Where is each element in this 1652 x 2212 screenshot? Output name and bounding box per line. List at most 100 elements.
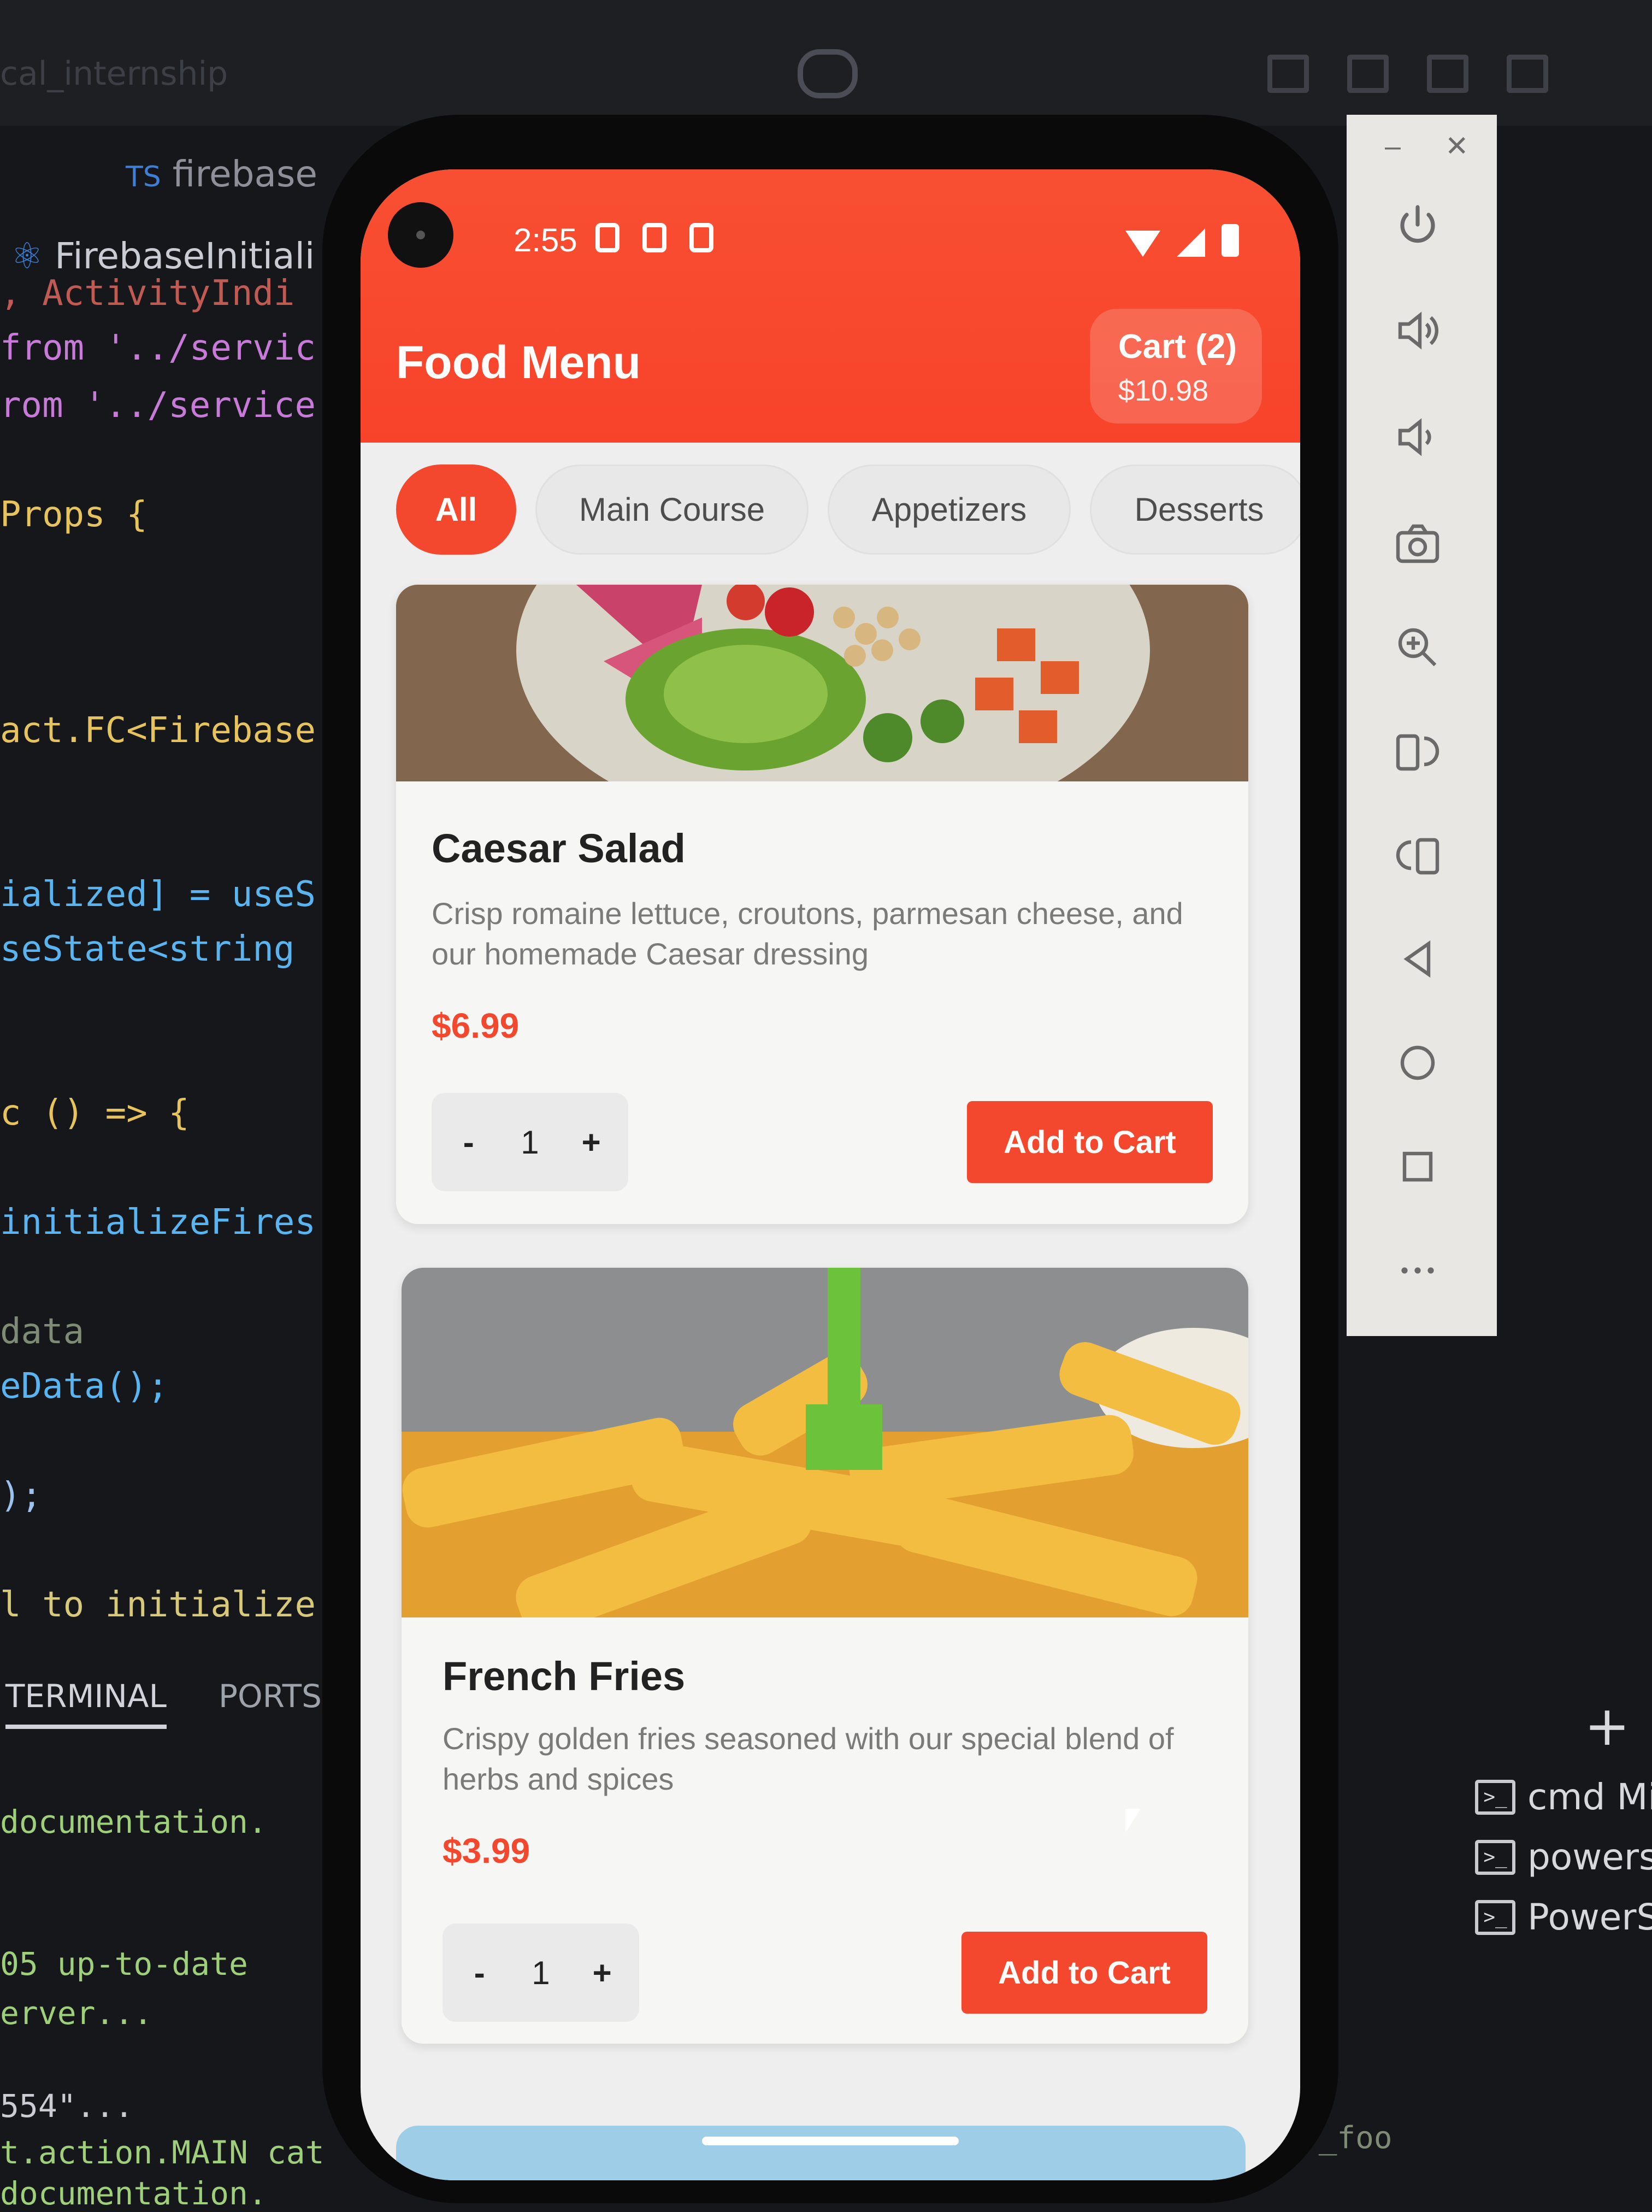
code-line: initializeFires xyxy=(0,1202,316,1243)
category-chip-all[interactable]: All xyxy=(396,464,516,555)
back-icon[interactable] xyxy=(1379,929,1456,989)
camera-icon[interactable] xyxy=(1379,514,1456,574)
toggle-sidebar-icon[interactable] xyxy=(1347,55,1389,93)
shell-list-item[interactable]: >_ powersh xyxy=(1475,1836,1652,1878)
sd-card-icon xyxy=(642,223,666,252)
caesar-salad-image xyxy=(396,585,1248,781)
cart-count: Cart (2) xyxy=(1118,328,1237,366)
mouse-cursor-icon xyxy=(1125,1809,1141,1833)
layout-customize-icon[interactable] xyxy=(1267,55,1309,93)
quantity-value: 1 xyxy=(521,1123,539,1161)
battery-icon xyxy=(1222,224,1239,257)
page-title: Food Menu xyxy=(396,337,641,388)
terminal-line: t.action.MAIN cat xyxy=(0,2134,324,2171)
home-icon[interactable] xyxy=(1379,1033,1456,1093)
more-icon[interactable] xyxy=(1379,1240,1456,1301)
breadcrumb-file[interactable]: ⚛ FirebaseInitiali xyxy=(11,235,315,277)
close-button[interactable]: ✕ xyxy=(1445,130,1469,163)
shell-list-item[interactable]: >_ cmd Mi xyxy=(1475,1776,1652,1818)
french-fries-image xyxy=(402,1268,1248,1617)
editor-tab-label: firebase xyxy=(172,153,317,195)
menu-item-card-partial xyxy=(396,2126,1246,2180)
terminal-line: documentation. xyxy=(0,2175,267,2212)
copilot-icon[interactable] xyxy=(798,49,858,98)
emulator-toolbar: – ✕ xyxy=(1347,115,1497,1336)
terminal-line: erver... xyxy=(0,1995,153,2032)
power-icon[interactable] xyxy=(1379,197,1456,257)
add-to-cart-button[interactable]: Add to Cart xyxy=(967,1101,1213,1183)
react-file-icon: ⚛ xyxy=(11,235,44,277)
menu-item-description: Crisp romaine lettuce, croutons, parmesa… xyxy=(432,896,1183,971)
app-header: 2:55 Food Menu Cart (2) $10.98 xyxy=(361,169,1300,443)
overview-icon[interactable] xyxy=(1379,1137,1456,1197)
terminal-icon: >_ xyxy=(1475,1839,1515,1875)
category-chip-desserts[interactable]: Desserts xyxy=(1090,464,1300,555)
category-filter: All Main Course Appetizers Desserts xyxy=(361,464,1300,557)
code-line: seState<string xyxy=(0,929,295,969)
menu-item-card: French Fries Crispy golden fries seasone… xyxy=(402,1268,1248,2044)
code-line: eData(); xyxy=(0,1366,169,1407)
toggle-panel-icon[interactable] xyxy=(1427,55,1468,93)
quantity-value: 1 xyxy=(532,1954,550,1991)
editor-tab-firebase[interactable]: TS firebase xyxy=(126,153,317,195)
menu-item-name: French Fries xyxy=(442,1654,686,1699)
category-chip-main-course[interactable]: Main Course xyxy=(535,464,809,555)
terminal-icon: >_ xyxy=(1475,1899,1515,1935)
increment-button[interactable]: + xyxy=(569,1123,613,1161)
terminal-line: 554"... xyxy=(0,2087,134,2125)
shell-label: cmd Mi xyxy=(1527,1776,1652,1818)
screen-icon xyxy=(689,223,713,252)
decrement-button[interactable]: - xyxy=(447,1123,491,1161)
status-time: 2:55 xyxy=(514,222,577,258)
decrement-button[interactable]: - xyxy=(458,1954,502,1992)
breadcrumb-label: FirebaseInitiali xyxy=(55,235,315,277)
shield-icon xyxy=(595,223,620,252)
menu-item-price: $3.99 xyxy=(442,1831,530,1870)
phone-screen: 2:55 Food Menu Cart (2) $10.98 All Main … xyxy=(361,169,1300,2180)
code-line: , ActivityIndi xyxy=(0,273,295,314)
volume-up-icon[interactable] xyxy=(1379,301,1456,361)
tab-terminal[interactable]: TERMINAL xyxy=(5,1678,167,1729)
rotate-right-icon[interactable] xyxy=(1379,721,1456,781)
add-to-cart-button[interactable]: Add to Cart xyxy=(961,1932,1207,2014)
code-line: rom '../service xyxy=(0,385,316,426)
category-chip-appetizers[interactable]: Appetizers xyxy=(828,464,1071,555)
tab-ports[interactable]: PORTS xyxy=(219,1678,322,1715)
terminal-icon: >_ xyxy=(1475,1779,1515,1815)
quantity-stepper: - 1 + xyxy=(432,1093,628,1191)
toggle-secondary-sidebar-icon[interactable] xyxy=(1507,55,1548,93)
front-camera xyxy=(388,202,453,268)
code-line: act.FC<Firebase xyxy=(0,710,316,751)
zoom-in-icon[interactable] xyxy=(1379,617,1456,678)
menu-item-description: Crispy golden fries seasoned with our sp… xyxy=(442,1721,1174,1796)
ide-window-title: cal_internship xyxy=(0,55,228,93)
code-line: data xyxy=(0,1311,85,1352)
menu-item-price: $6.99 xyxy=(432,1006,520,1045)
ts-file-icon: TS xyxy=(126,161,161,193)
terminal-line: documentation. xyxy=(0,1803,267,1840)
shell-label: PowerSh xyxy=(1527,1896,1652,1938)
status-notification-icons xyxy=(595,223,713,252)
shell-list-item[interactable]: >_ PowerSh xyxy=(1475,1896,1652,1938)
code-line: ialized] = useS xyxy=(0,874,316,915)
volume-down-icon[interactable] xyxy=(1379,407,1456,467)
new-terminal-icon[interactable]: + xyxy=(1584,1694,1630,1758)
shell-label: powersh xyxy=(1527,1836,1652,1878)
layout-controls xyxy=(1267,55,1548,93)
cart-button[interactable]: Cart (2) $10.98 xyxy=(1090,309,1262,423)
rotate-left-icon[interactable] xyxy=(1379,825,1456,885)
ide-title-bar: cal_internship xyxy=(0,0,1652,126)
code-line: l to initialize xyxy=(0,1585,316,1625)
wifi-icon xyxy=(1125,231,1160,257)
menu-item-card: Caesar Salad Crisp romaine lettuce, crou… xyxy=(396,585,1248,1224)
code-line: from '../servic xyxy=(0,328,316,368)
menu-item-name: Caesar Salad xyxy=(432,826,686,871)
gesture-bar[interactable] xyxy=(702,2137,959,2145)
cart-total: $10.98 xyxy=(1118,374,1209,407)
increment-button[interactable]: + xyxy=(580,1954,624,1992)
minimize-button[interactable]: – xyxy=(1385,130,1401,163)
code-line: Props { xyxy=(0,495,148,535)
code-line: c () => { xyxy=(0,1093,190,1133)
code-line: ); xyxy=(0,1475,43,1516)
status-system-icons xyxy=(1125,224,1239,257)
